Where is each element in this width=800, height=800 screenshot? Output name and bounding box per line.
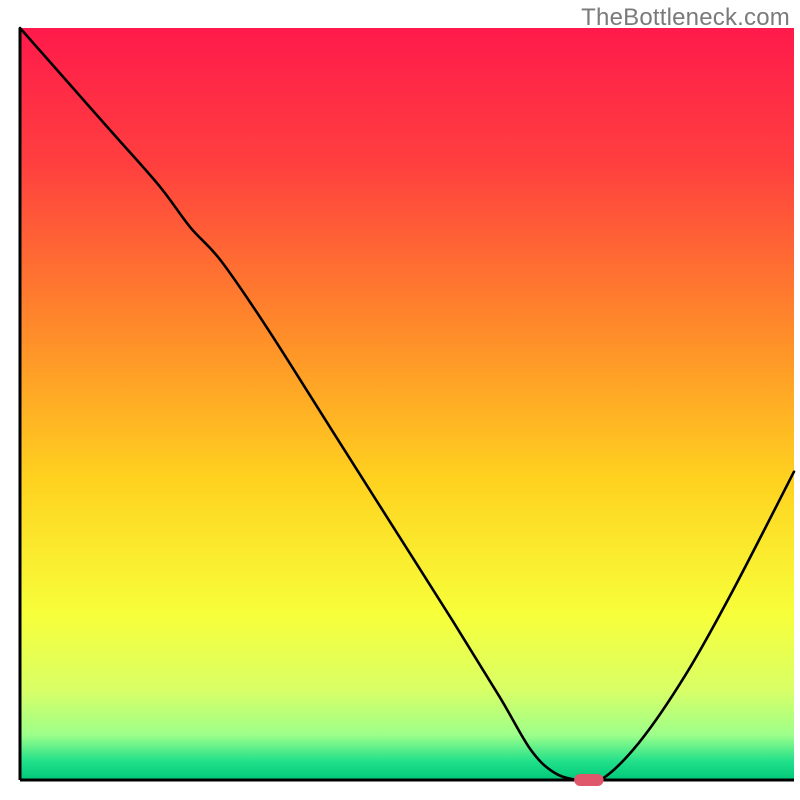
optimal-marker [574,774,603,786]
chart-frame: TheBottleneck.com [0,0,800,800]
chart-background [20,28,794,780]
watermark-text: TheBottleneck.com [581,4,790,32]
bottleneck-chart [0,0,800,800]
